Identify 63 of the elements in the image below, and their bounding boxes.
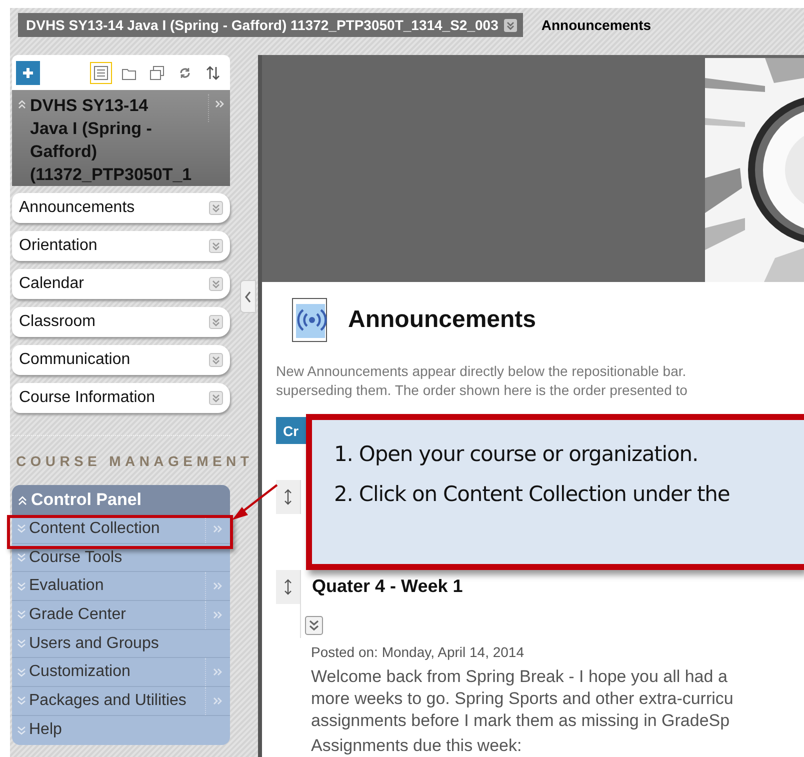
chevron-left-icon: [244, 290, 252, 302]
chevron-icon[interactable]: [504, 18, 518, 32]
drag-handle[interactable]: [276, 570, 300, 604]
broadcast-icon: [292, 298, 328, 342]
panel-menu-item[interactable]: Packages and Utilities: [12, 687, 230, 716]
panel-menu-item[interactable]: Help: [12, 716, 230, 744]
chevron-icon[interactable]: [209, 315, 223, 329]
page-title: Announcements: [348, 306, 536, 334]
announcement-text: Welcome back from Spring Break - I hope you all had a: [311, 666, 728, 688]
double-chevron-icon[interactable]: [213, 524, 223, 534]
chevron-icon[interactable]: [209, 277, 223, 291]
panel-menu-item[interactable]: Course Tools: [12, 544, 230, 572]
chevron-icon: [17, 696, 26, 706]
options-menu-icon[interactable]: [305, 616, 323, 635]
course-title: DVHS SY13-14 Java I (Spring - Gafford) (11372_PTP3050T_1: [30, 95, 193, 186]
drag-handle[interactable]: [276, 480, 300, 514]
pointer-arrow: [232, 484, 278, 520]
breadcrumb-course-link[interactable]: DVHS SY13-14 Java I (Spring - Gafford) 11372_PTP3050T_1314_S2_003: [18, 13, 524, 37]
double-chevron-icon[interactable]: [213, 581, 223, 592]
chevron-icon: [17, 668, 26, 677]
description-text: New Announcements appear directly below the repositionable bar.: [276, 362, 688, 381]
announcement-title: Quater 4 - Week 1: [312, 576, 463, 597]
plus-icon: [22, 66, 34, 78]
chevron-icon: [17, 610, 26, 620]
announcement-text: more weeks to go. Spring Sports and other extra-curricu: [311, 688, 734, 710]
create-button[interactable]: Cr: [276, 417, 306, 444]
chevron-icon: [17, 582, 26, 591]
posted-date: Posted on: Monday, April 14, 2014: [311, 644, 525, 660]
panel-menu-item[interactable]: Customization: [12, 658, 230, 688]
chevron-icon: [17, 726, 26, 735]
announcement-text: assignments before I mark them as missing in GradeSp: [311, 710, 731, 732]
breadcrumb-page: Announcements: [541, 17, 652, 33]
panel-menu-item[interactable]: Evaluation: [12, 572, 230, 602]
double-chevron-icon[interactable]: [213, 610, 223, 620]
chevron-icon[interactable]: [209, 201, 223, 215]
double-chevron-icon[interactable]: [213, 667, 223, 678]
menu-item[interactable]: Announcements: [12, 193, 230, 223]
menu-item[interactable]: Classroom: [12, 307, 230, 337]
chevron-icon[interactable]: [209, 239, 223, 253]
panel-menu-item[interactable]: Content Collection: [12, 515, 230, 544]
add-button[interactable]: [16, 60, 40, 84]
chevron-icon: [17, 553, 26, 562]
panel-title: Control Panel: [31, 490, 142, 510]
chevron-icon[interactable]: [209, 391, 223, 405]
chevron-icon[interactable]: [209, 353, 223, 367]
panel-menu-item[interactable]: Grade Center: [12, 601, 230, 630]
menu-item[interactable]: Calendar: [12, 269, 230, 299]
menu-item[interactable]: Communication: [12, 345, 230, 375]
instruction-text: 2. Click on Content Collection under the: [334, 481, 731, 508]
double-chevron-icon[interactable]: [214, 99, 224, 109]
menu-item[interactable]: Orientation: [12, 231, 230, 261]
chevron-icon: [17, 639, 26, 648]
collapse-icon[interactable]: [17, 99, 27, 109]
description-text: superseding them. The order shown here is the order presented to: [276, 381, 688, 400]
announcement-text: Assignments due this week:: [311, 736, 523, 756]
menu-item[interactable]: Course Information: [12, 383, 230, 413]
chevron-icon: [17, 524, 26, 534]
double-chevron-icon[interactable]: [213, 696, 223, 706]
panel-menu-item[interactable]: Users and Groups: [12, 630, 230, 658]
collapse-button[interactable]: [240, 280, 256, 313]
toolbar-button[interactable]: [90, 62, 112, 84]
instruction-text: 1. Open your course or organization.: [334, 441, 700, 468]
section-heading: COURSE MANAGEMENT: [16, 453, 254, 469]
